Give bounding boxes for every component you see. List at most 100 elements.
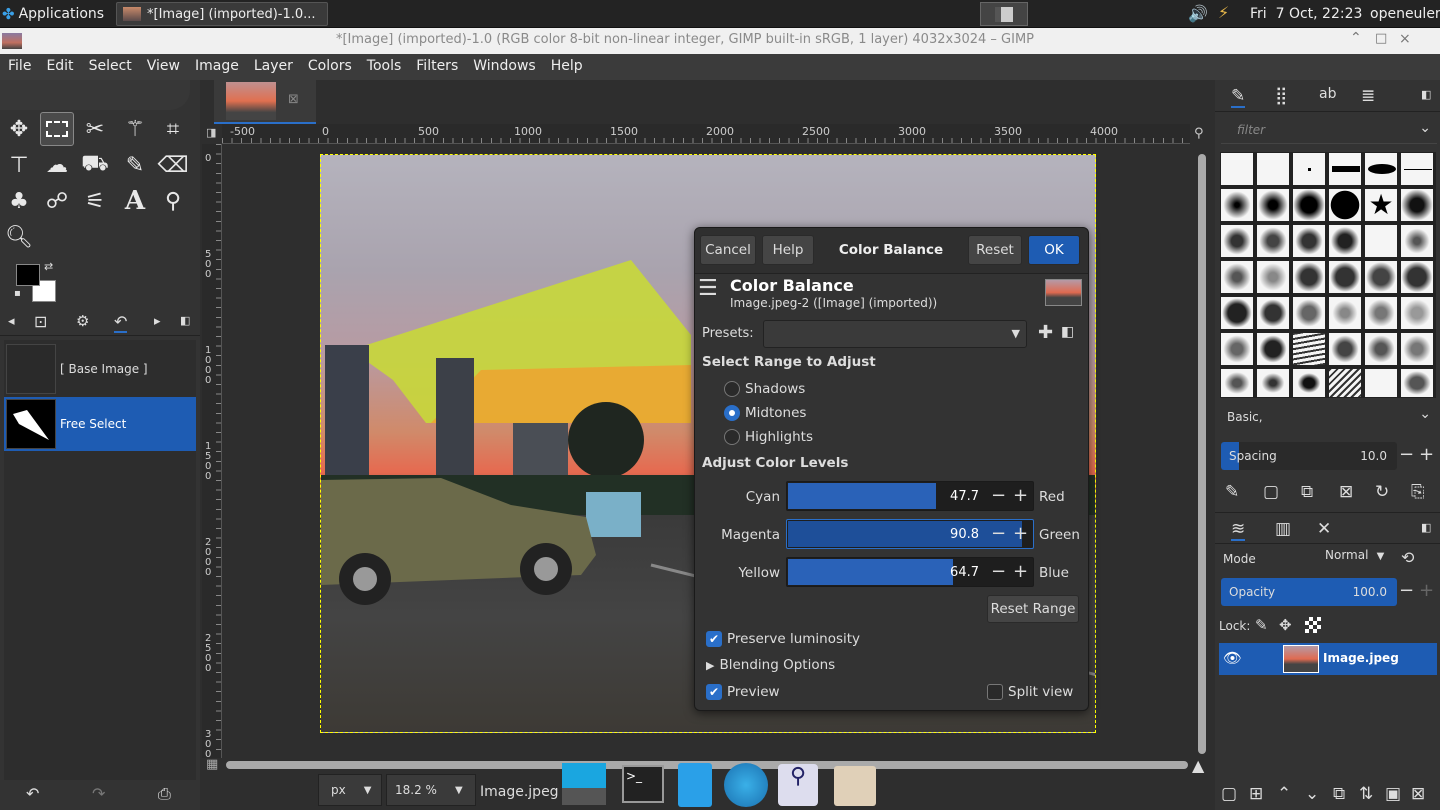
increment-icon[interactable]: + bbox=[1419, 444, 1434, 465]
fuzzy-select-tool-icon[interactable]: ⚚ bbox=[118, 112, 152, 146]
radio-highlights[interactable]: Highlights bbox=[724, 429, 813, 445]
zoom-image-icon[interactable]: ⚲ bbox=[1194, 126, 1204, 141]
brush-grid[interactable]: ★ bbox=[1220, 152, 1436, 398]
tab-brushes-icon[interactable]: ✎ bbox=[1231, 86, 1246, 108]
show-desktop-icon[interactable] bbox=[562, 763, 606, 805]
menu-tools[interactable]: Tools bbox=[359, 54, 409, 80]
paintbrush-tool-icon[interactable]: ✎ bbox=[118, 148, 152, 182]
decrement-icon[interactable]: − bbox=[991, 561, 1006, 582]
add-preset-icon[interactable]: ✚ bbox=[1038, 322, 1053, 343]
visibility-eye-icon[interactable]: 👁︎ bbox=[1223, 649, 1242, 667]
file-cabinet-icon[interactable] bbox=[678, 763, 712, 807]
magenta-green-slider[interactable]: 90.8 − + bbox=[786, 519, 1034, 549]
yellow-blue-slider[interactable]: 64.7 − + bbox=[786, 557, 1034, 587]
tab-undo-history-icon[interactable]: ↶ bbox=[114, 312, 128, 333]
mask-layer-icon[interactable]: ▣ bbox=[1385, 784, 1401, 804]
swap-colors-icon[interactable]: ⇄ bbox=[44, 260, 53, 273]
increment-icon[interactable]: + bbox=[1419, 580, 1434, 601]
lock-alpha-icon[interactable] bbox=[1305, 617, 1321, 633]
volume-icon[interactable]: 🔊 bbox=[1188, 4, 1208, 23]
menu-image[interactable]: Image bbox=[187, 54, 246, 80]
reset-range-button[interactable]: Reset Range bbox=[987, 595, 1079, 623]
duplicate-layer-icon[interactable]: ⧉ bbox=[1333, 784, 1345, 804]
redo-icon[interactable]: ↷ bbox=[92, 784, 105, 803]
tab-menu-icon[interactable]: ◧ bbox=[180, 314, 190, 327]
preserve-luminosity-checkbox[interactable]: ✔ Preserve luminosity bbox=[706, 631, 860, 647]
preview-checkbox[interactable]: ✔ Preview bbox=[706, 684, 780, 700]
tab-scroll-right-icon[interactable]: ▸ bbox=[154, 314, 161, 329]
lock-position-icon[interactable]: ✥ bbox=[1279, 616, 1292, 634]
blending-options-expander[interactable]: ▶ Blending Options bbox=[706, 657, 835, 673]
split-view-checkbox[interactable]: Split view bbox=[987, 684, 1073, 700]
unit-dropdown[interactable]: px ▼ bbox=[318, 774, 382, 806]
increment-icon[interactable]: + bbox=[1013, 485, 1028, 506]
new-layer-group-icon[interactable]: ⊞ bbox=[1249, 784, 1263, 804]
tab-channels-icon[interactable]: ▥ bbox=[1275, 519, 1291, 539]
reset-mode-icon[interactable]: ⟲ bbox=[1401, 548, 1414, 567]
minimize-button[interactable]: ⌃ bbox=[1350, 30, 1362, 46]
opacity-slider[interactable]: Opacity 100.0 bbox=[1221, 578, 1397, 606]
paths-tool-icon[interactable]: ⚟ bbox=[78, 184, 112, 218]
increment-icon[interactable]: + bbox=[1013, 523, 1028, 544]
transform-tool-icon[interactable]: ⊤ bbox=[2, 148, 36, 182]
decrement-icon[interactable]: − bbox=[1399, 580, 1414, 601]
mode-dropdown[interactable]: Normal ▼ bbox=[1325, 548, 1385, 570]
menu-layer[interactable]: Layer bbox=[246, 54, 300, 80]
decrement-icon[interactable]: − bbox=[1399, 444, 1414, 465]
quick-mask-toggle[interactable]: ◨ bbox=[206, 126, 216, 139]
menu-file[interactable]: File bbox=[0, 54, 38, 80]
rect-select-tool-icon[interactable] bbox=[40, 112, 74, 146]
web-browser-icon[interactable] bbox=[724, 763, 768, 807]
spacing-slider[interactable]: Spacing 10.0 bbox=[1221, 442, 1397, 470]
radio-midtones[interactable]: Midtones bbox=[724, 405, 806, 421]
cyan-red-slider[interactable]: 47.7 − + bbox=[786, 481, 1034, 511]
applications-menu[interactable]: ✤ Applications bbox=[2, 4, 104, 24]
default-colors-icon[interactable]: ▪ bbox=[14, 288, 21, 299]
network-icon[interactable]: ⚡ bbox=[1218, 3, 1229, 22]
reset-button[interactable]: Reset bbox=[968, 235, 1022, 265]
lock-pixels-icon[interactable]: ✎ bbox=[1255, 616, 1268, 634]
navigate-icon[interactable]: ▲ bbox=[1192, 756, 1204, 775]
edit-brush-icon[interactable]: ✎ bbox=[1225, 482, 1239, 502]
foreground-color-swatch[interactable] bbox=[16, 264, 40, 286]
color-picker-tool-icon[interactable]: ⚲ bbox=[156, 184, 190, 218]
raise-layer-icon[interactable]: ⌃ bbox=[1277, 784, 1291, 804]
folder-icon[interactable] bbox=[834, 766, 876, 806]
zoom-tool-icon[interactable]: 🔍︎ bbox=[2, 220, 36, 254]
close-tab-icon[interactable]: ⊠ bbox=[288, 92, 299, 107]
maximize-button[interactable]: □ bbox=[1375, 31, 1387, 46]
tab-fonts-icon[interactable]: ab bbox=[1319, 86, 1336, 102]
terminal-icon[interactable]: >_ bbox=[622, 765, 664, 803]
menu-view[interactable]: View bbox=[139, 54, 187, 80]
decrement-icon[interactable]: − bbox=[991, 523, 1006, 544]
presets-combo[interactable]: ▼ bbox=[763, 320, 1027, 348]
warp-tool-icon[interactable]: ☁ bbox=[40, 148, 74, 182]
bucket-fill-tool-icon[interactable]: ⛟ bbox=[78, 148, 112, 182]
menu-filters[interactable]: Filters bbox=[408, 54, 465, 80]
tab-paths-icon[interactable]: ✕ bbox=[1317, 519, 1331, 539]
chevron-down-icon[interactable]: ⌄ bbox=[1419, 120, 1431, 136]
radio-shadows[interactable]: Shadows bbox=[724, 381, 805, 397]
smudge-tool-icon[interactable]: ☍ bbox=[40, 184, 74, 218]
tab-menu-icon[interactable]: ◧ bbox=[1421, 88, 1431, 101]
tab-scroll-left-icon[interactable]: ◂ bbox=[8, 314, 15, 329]
menu-select[interactable]: Select bbox=[81, 54, 139, 80]
tab-document-history-icon[interactable]: ≣ bbox=[1361, 86, 1375, 106]
undo-icon[interactable]: ↶ bbox=[26, 784, 39, 803]
increment-icon[interactable]: + bbox=[1013, 561, 1028, 582]
scissors-tool-icon[interactable]: ✂ bbox=[78, 112, 112, 146]
tab-menu-icon[interactable]: ◧ bbox=[1421, 521, 1431, 534]
anchor-layer-icon[interactable]: ⇅ bbox=[1359, 784, 1373, 804]
clock[interactable]: Fri 7 Oct, 22:23 bbox=[1250, 6, 1362, 22]
delete-brush-icon[interactable]: ⊠ bbox=[1339, 482, 1353, 502]
menu-colors[interactable]: Colors bbox=[300, 54, 359, 80]
preset-menu-icon[interactable]: ◧ bbox=[1061, 324, 1074, 340]
duplicate-brush-icon[interactable]: ⧉ bbox=[1301, 482, 1313, 502]
history-item-free-select[interactable]: Free Select bbox=[4, 397, 196, 451]
delete-layer-icon[interactable]: ⊠ bbox=[1411, 784, 1425, 804]
close-button[interactable]: × bbox=[1399, 31, 1411, 47]
tab-device-status-icon[interactable]: ⊡ bbox=[34, 312, 47, 331]
zoom-dropdown[interactable]: 18.2 % ▼ bbox=[386, 774, 476, 806]
new-brush-icon[interactable]: ▢ bbox=[1263, 482, 1279, 502]
help-button[interactable]: Help bbox=[762, 235, 814, 265]
